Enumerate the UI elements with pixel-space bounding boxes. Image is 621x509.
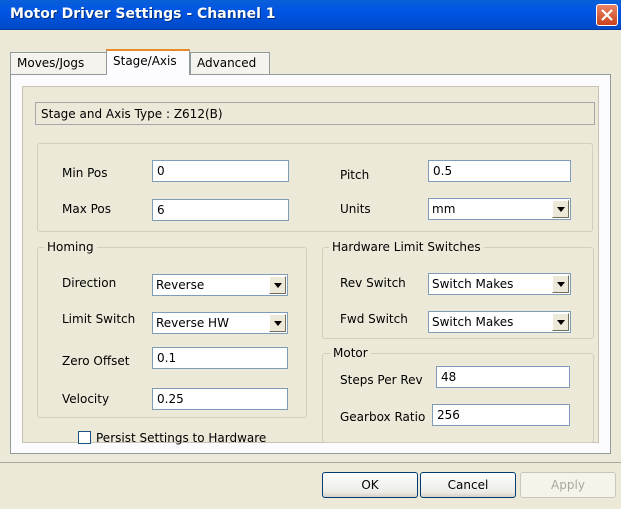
cancel-button[interactable]: Cancel — [420, 472, 516, 498]
stage-type-text: Stage and Axis Type : Z612(B) — [41, 107, 223, 121]
window-title: Motor Driver Settings - Channel 1 — [10, 6, 276, 22]
title-bar: Motor Driver Settings - Channel 1 — [0, 0, 621, 30]
zero-offset-label: Zero Offset — [62, 354, 130, 368]
apply-button[interactable]: Apply — [520, 472, 616, 498]
close-icon — [601, 9, 613, 21]
tab-label: Moves/Jogs — [17, 56, 85, 70]
velocity-input[interactable]: 0.25 — [152, 388, 288, 410]
limit-switch-label: Limit Switch — [62, 312, 136, 326]
zero-offset-input[interactable]: 0.1 — [152, 347, 288, 369]
units-value: mm — [432, 202, 456, 216]
limit-switch-dropdown-button[interactable] — [269, 314, 286, 332]
max-pos-label: Max Pos — [62, 202, 112, 216]
fwd-switch-label: Fwd Switch — [340, 312, 408, 326]
gearbox-ratio-label: Gearbox Ratio — [340, 410, 426, 424]
close-button[interactable] — [596, 4, 618, 26]
max-pos-input[interactable]: 6 — [152, 199, 289, 221]
pitch-input[interactable]: 0.5 — [428, 160, 571, 182]
chevron-down-icon — [274, 321, 282, 326]
limit-switch-select[interactable]: Reverse HW — [152, 312, 288, 334]
chevron-down-icon — [557, 282, 565, 287]
tab-advanced[interactable]: Advanced — [190, 52, 270, 74]
direction-label: Direction — [62, 276, 117, 290]
direction-select[interactable]: Reverse — [152, 274, 288, 296]
pitch-label: Pitch — [340, 168, 370, 182]
tab-stage-axis[interactable]: Stage/Axis — [106, 49, 190, 75]
fwd-switch-dropdown-button[interactable] — [552, 313, 569, 331]
direction-value: Reverse — [156, 278, 205, 292]
chevron-down-icon — [274, 283, 282, 288]
steps-per-rev-input[interactable]: 48 — [436, 366, 570, 388]
chevron-down-icon — [557, 207, 565, 212]
units-select[interactable]: mm — [428, 198, 571, 220]
ok-button[interactable]: OK — [322, 472, 418, 498]
homing-legend: Homing — [44, 240, 97, 254]
steps-per-rev-label: Steps Per Rev — [340, 373, 423, 387]
fwd-switch-value: Switch Makes — [432, 315, 514, 329]
footer-divider — [0, 462, 621, 463]
tab-label: Stage/Axis — [113, 54, 177, 68]
rev-switch-value: Switch Makes — [432, 277, 514, 291]
persist-checkbox[interactable] — [78, 431, 91, 444]
gearbox-ratio-input[interactable]: 256 — [432, 404, 570, 426]
rev-switch-dropdown-button[interactable] — [552, 275, 569, 293]
min-pos-input[interactable]: 0 — [152, 160, 289, 182]
chevron-down-icon — [557, 320, 565, 325]
min-pos-label: Min Pos — [62, 166, 108, 180]
units-dropdown-button[interactable] — [552, 200, 569, 218]
velocity-label: Velocity — [62, 392, 110, 406]
limit-switch-value: Reverse HW — [156, 316, 229, 330]
tab-label: Advanced — [197, 56, 257, 70]
persist-label[interactable]: Persist Settings to Hardware — [96, 431, 266, 445]
units-label: Units — [340, 202, 371, 216]
motor-legend: Motor — [330, 346, 371, 360]
stage-type-bar: Stage and Axis Type : Z612(B) — [35, 102, 595, 125]
fwd-switch-select[interactable]: Switch Makes — [428, 311, 571, 333]
direction-dropdown-button[interactable] — [269, 276, 286, 294]
rev-switch-select[interactable]: Switch Makes — [428, 273, 571, 295]
rev-switch-label: Rev Switch — [340, 276, 406, 290]
tab-moves-jogs[interactable]: Moves/Jogs — [10, 52, 108, 74]
hw-limits-legend: Hardware Limit Switches — [329, 240, 484, 254]
